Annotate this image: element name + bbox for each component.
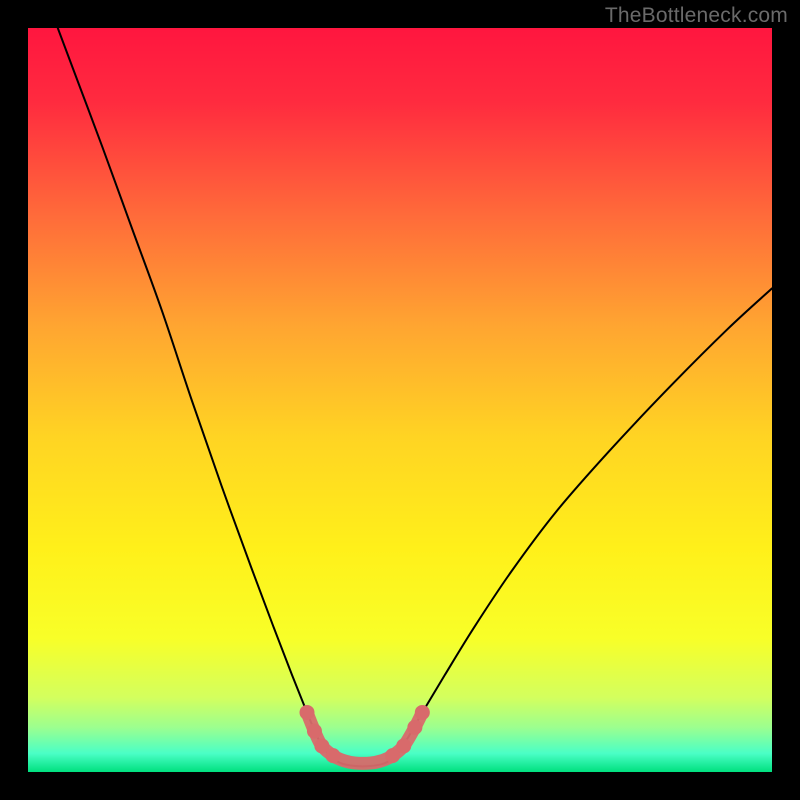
optimal-band-marker [407, 720, 422, 735]
watermark-text: TheBottleneck.com [605, 4, 788, 28]
optimal-band-marker [415, 705, 430, 720]
optimal-band-marker [326, 748, 341, 763]
plot-area [28, 28, 772, 772]
chart-svg [28, 28, 772, 772]
optimal-band-marker [300, 705, 315, 720]
chart-frame: TheBottleneck.com [0, 0, 800, 800]
optimal-band-marker [307, 724, 322, 739]
optimal-band-marker [396, 738, 411, 753]
gradient-background [28, 28, 772, 772]
